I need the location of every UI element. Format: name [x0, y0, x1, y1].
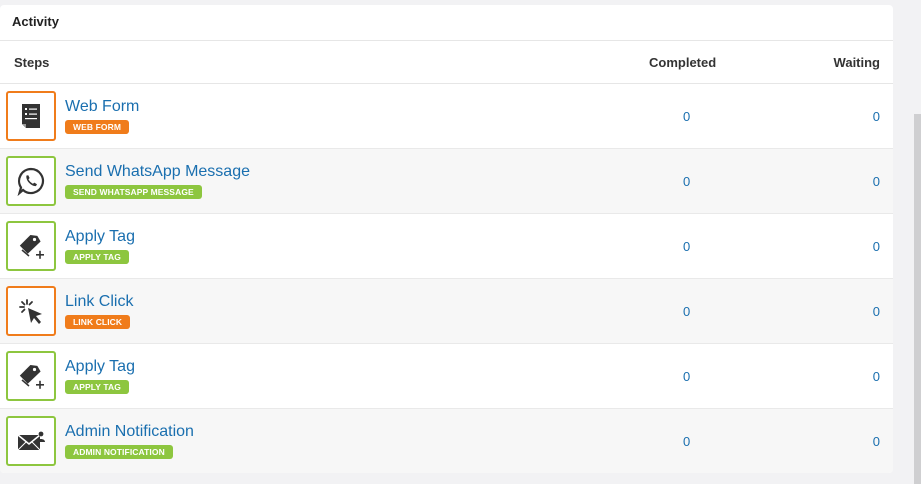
step-title-link[interactable]: Apply Tag [65, 358, 135, 376]
waiting-count[interactable]: 0 [873, 304, 880, 319]
column-header-waiting: Waiting [833, 55, 880, 70]
whatsapp-icon[interactable] [6, 156, 56, 206]
table-row: Link Click LINK CLICK 0 0 [0, 279, 893, 344]
step-type-badge: WEB FORM [65, 120, 130, 134]
completed-count[interactable]: 0 [683, 239, 690, 254]
table-header: Steps Completed Waiting [0, 41, 893, 84]
waiting-count[interactable]: 0 [873, 434, 880, 449]
completed-count[interactable]: 0 [683, 109, 690, 124]
table-row: Apply Tag APPLY TAG 0 0 [0, 344, 893, 409]
step-type-badge: APPLY TAG [65, 250, 129, 264]
completed-count[interactable]: 0 [683, 174, 690, 189]
scrollbar-thumb[interactable] [914, 114, 921, 484]
waiting-count[interactable]: 0 [873, 174, 880, 189]
step-title-link[interactable]: Link Click [65, 293, 133, 311]
step-type-badge: LINK CLICK [65, 315, 131, 329]
step-type-badge: APPLY TAG [65, 380, 129, 394]
step-type-badge: ADMIN NOTIFICATION [65, 445, 173, 459]
step-title-link[interactable]: Send WhatsApp Message [65, 163, 250, 181]
apply-tag-icon[interactable] [6, 351, 56, 401]
waiting-count[interactable]: 0 [873, 109, 880, 124]
step-title-link[interactable]: Admin Notification [65, 423, 194, 441]
activity-panel: Activity Steps Completed Waiting Web For… [0, 5, 893, 473]
vertical-scrollbar[interactable] [914, 0, 921, 484]
panel-title: Activity [0, 5, 893, 41]
admin-notification-icon[interactable] [6, 416, 56, 466]
waiting-count[interactable]: 0 [873, 369, 880, 384]
table-row: Send WhatsApp Message SEND WHATSAPP MESS… [0, 149, 893, 214]
web-form-icon[interactable] [6, 91, 56, 141]
apply-tag-icon[interactable] [6, 221, 56, 271]
column-header-steps: Steps [14, 55, 50, 70]
link-click-icon[interactable] [6, 286, 56, 336]
step-type-badge: SEND WHATSAPP MESSAGE [65, 185, 202, 199]
table-row: Apply Tag APPLY TAG 0 0 [0, 214, 893, 279]
completed-count[interactable]: 0 [683, 369, 690, 384]
completed-count[interactable]: 0 [683, 434, 690, 449]
table-row: Admin Notification ADMIN NOTIFICATION 0 … [0, 409, 893, 473]
step-title-link[interactable]: Web Form [65, 98, 139, 116]
column-header-completed: Completed [649, 55, 717, 70]
waiting-count[interactable]: 0 [873, 239, 880, 254]
step-title-link[interactable]: Apply Tag [65, 228, 135, 246]
completed-count[interactable]: 0 [683, 304, 690, 319]
table-row: Web Form WEB FORM 0 0 [0, 84, 893, 149]
